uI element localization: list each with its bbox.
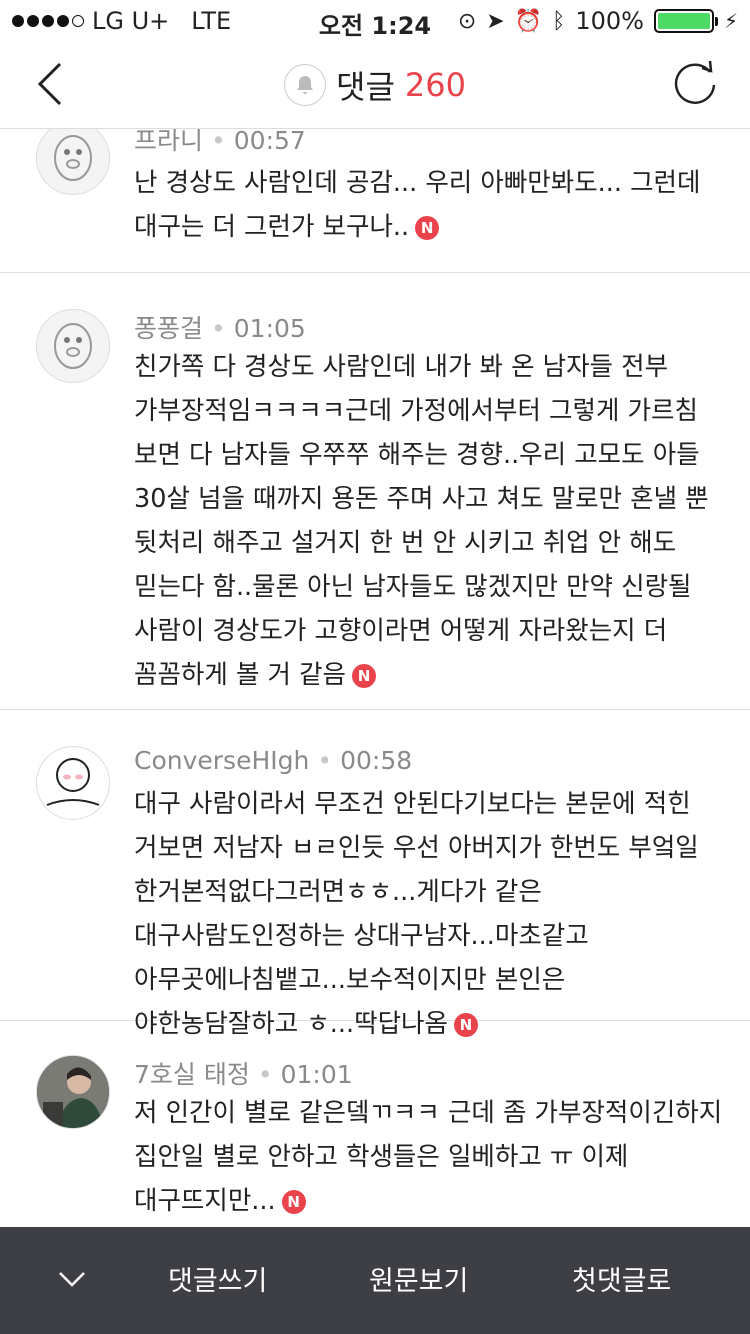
location-icon: ➤ bbox=[486, 8, 505, 34]
comment-text: 저 인간이 별로 같은뎈ㄲㅋㅋ 근데 좀 가부장적이긴하지 집안일 별로 안하고… bbox=[134, 1098, 723, 1216]
comment-text-block: 난 경상도 사람인데 공감... 우리 아빠만봐도... 그런데 대구는 더 그… bbox=[134, 161, 724, 249]
title-label: 댓글 bbox=[336, 68, 395, 106]
comment-item: 프라니 • 00:57 난 경상도 사람인데 공감... 우리 아빠만봐도... 그… bbox=[0, 129, 750, 273]
comment-time: 00:57 bbox=[233, 129, 306, 155]
charging-icon: ⚡ bbox=[723, 9, 738, 33]
bluetooth-icon: ᛒ bbox=[552, 8, 566, 34]
bell-icon[interactable] bbox=[284, 64, 327, 106]
comment-text-block: 대구 사람이라서 무조건 안된다기보다는 본문에 적힌 거보면 저남자 ㅂㄹ인듯… bbox=[134, 782, 724, 1046]
comment-list[interactable]: 프라니 • 00:57 난 경상도 사람인데 공감... 우리 아빠만봐도... 그… bbox=[0, 129, 750, 1227]
avatar[interactable] bbox=[36, 129, 110, 195]
comment-meta: 7호실 태정 • 01:01 bbox=[134, 1060, 353, 1089]
comment-text: 대구 사람이라서 무조건 안된다기보다는 본문에 적힌 거보면 저남자 ㅂㄹ인듯… bbox=[134, 789, 699, 1039]
refresh-icon[interactable] bbox=[670, 58, 720, 108]
page-title: 댓글 260 bbox=[0, 62, 750, 108]
author-name[interactable]: 퐁퐁걸 bbox=[134, 314, 203, 343]
nav-bar: 댓글 260 bbox=[0, 40, 750, 129]
comment-time: 01:05 bbox=[233, 314, 306, 343]
comment-meta: ConverseHIgh • 00:58 bbox=[134, 746, 413, 775]
avatar[interactable] bbox=[36, 1055, 110, 1129]
rotation-lock-icon: ⊙ bbox=[457, 8, 477, 34]
comment-item: ConverseHIgh • 00:58 대구 사람이라서 무조건 안된다기보다는 … bbox=[0, 710, 750, 1039]
chevron-down-icon[interactable] bbox=[56, 1265, 88, 1293]
status-right: ⊙ ➤ ⏰ ᛒ 100% ⚡ bbox=[458, 7, 738, 35]
dog-avatar-icon bbox=[54, 135, 92, 181]
first-comment-button[interactable]: 첫댓글로 bbox=[572, 1259, 671, 1298]
avatar[interactable] bbox=[36, 309, 110, 383]
author-name[interactable]: ConverseHIgh bbox=[134, 746, 309, 775]
author-name[interactable]: 프라니 bbox=[134, 129, 203, 155]
avatar[interactable] bbox=[36, 746, 110, 820]
comment-count: 260 bbox=[404, 66, 466, 104]
comment-text-block: 저 인간이 별로 같은뎈ㄲㅋㅋ 근데 좀 가부장적이긴하지 집안일 별로 안하고… bbox=[134, 1091, 724, 1223]
battery-icon bbox=[653, 9, 718, 33]
comment-text-block: 친가쪽 다 경상도 사람인데 내가 봐 온 남자들 전부 가부장적임ㅋㅋㅋㅋ근데… bbox=[134, 345, 724, 697]
author-name[interactable]: 7호실 태정 bbox=[134, 1060, 250, 1089]
bottom-toolbar: 댓글쓰기 원문보기 첫댓글로 bbox=[0, 1227, 750, 1334]
new-badge: N bbox=[415, 216, 440, 240]
write-comment-button[interactable]: 댓글쓰기 bbox=[168, 1259, 267, 1298]
battery-percent: 100% bbox=[575, 7, 644, 35]
comment-item: 퐁퐁걸 • 01:05 친가쪽 다 경상도 사람인데 내가 봐 온 남자들 전부 가… bbox=[0, 273, 750, 710]
comment-meta: 퐁퐁걸 • 01:05 bbox=[134, 314, 306, 343]
view-original-button[interactable]: 원문보기 bbox=[369, 1259, 468, 1298]
status-bar: LG U+ LTE 오전 1:24 ⊙ ➤ ⏰ ᛒ 100% ⚡ bbox=[0, 0, 750, 40]
photo-avatar-icon bbox=[37, 1056, 109, 1128]
character-avatar-icon bbox=[46, 758, 100, 806]
comment-item: 7호실 태정 • 01:01 저 인간이 별로 같은뎈ㄲㅋㅋ 근데 좀 가부장적이긴… bbox=[0, 1021, 750, 1227]
comment-time: 01:01 bbox=[280, 1060, 353, 1089]
new-badge: N bbox=[281, 1190, 306, 1214]
dog-avatar-icon bbox=[54, 323, 92, 369]
comment-meta: 프라니 • 00:57 bbox=[134, 129, 306, 157]
new-badge: N bbox=[352, 664, 376, 688]
alarm-icon: ⏰ bbox=[514, 8, 543, 34]
comment-time: 00:58 bbox=[340, 746, 413, 775]
comment-text: 친가쪽 다 경상도 사람인데 내가 봐 온 남자들 전부 가부장적임ㅋㅋㅋㅋ근데… bbox=[134, 352, 709, 690]
